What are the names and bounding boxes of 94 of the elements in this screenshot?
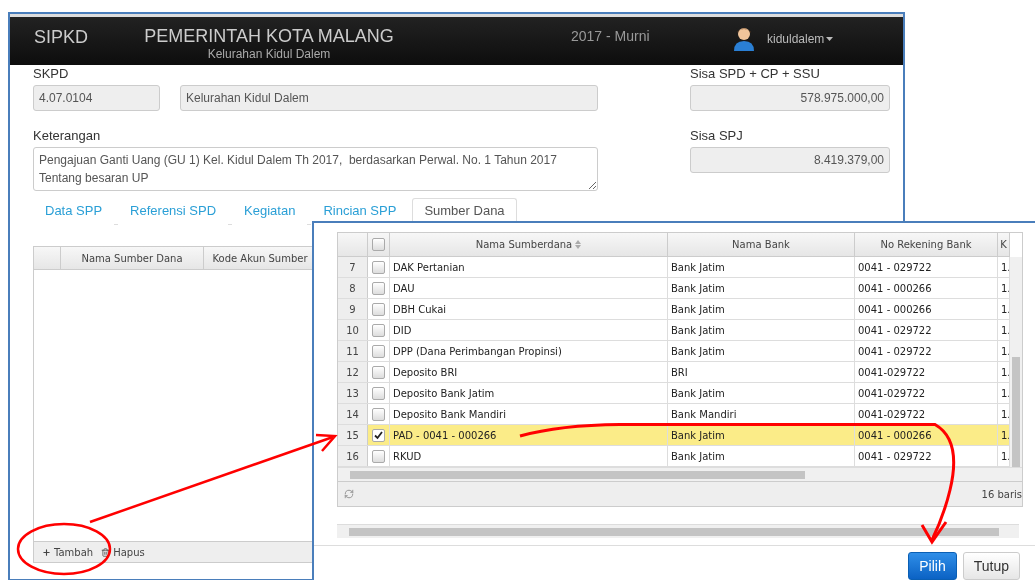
avatar-icon <box>733 27 755 51</box>
row-checkbox[interactable] <box>372 260 385 274</box>
table-cell: Bank Jatim <box>668 278 855 298</box>
keterangan-field[interactable]: Pengajuan Ganti Uang (GU 1) Kel. Kidul Dalem Th 2017, berdasarkan Perwal. No. 1 Tahun 2017 Tentang besaran UP <box>33 147 598 191</box>
row-number: 11 <box>338 341 368 361</box>
brand: SIPKD <box>34 27 90 48</box>
table-cell: BRI <box>668 362 855 382</box>
row-checkbox[interactable] <box>372 365 385 379</box>
row-number: 9 <box>338 299 368 319</box>
table-cell: 0041 - 029722 <box>855 320 998 340</box>
row-checkbox[interactable] <box>372 386 385 400</box>
table-cell: Bank Jatim <box>668 299 855 319</box>
table-cell: DPP (Dana Perimbangan Propinsi) <box>390 341 668 361</box>
close-button[interactable]: Tutup <box>962 552 1020 580</box>
row-number: 14 <box>338 404 368 424</box>
table-cell: 0041-029722 <box>855 362 998 382</box>
row-checkbox[interactable] <box>372 323 385 337</box>
row-checkbox[interactable] <box>372 428 385 442</box>
row-number: 13 <box>338 383 368 403</box>
column-header[interactable]: No Rekening Bank <box>855 233 998 256</box>
add-button[interactable]: Tambah <box>40 546 96 558</box>
row-number: 16 <box>338 446 368 466</box>
sisa-spj-field[interactable]: 8.419.379,00 <box>690 147 890 173</box>
table-cell: DID <box>390 320 668 340</box>
row-checkbox[interactable] <box>372 407 385 421</box>
caret-icon <box>826 37 834 41</box>
row-number: 15 <box>338 425 368 445</box>
table-row[interactable]: 11 DPP (Dana Perimbangan Propinsi) Bank Jatim 0041 - 029722 1. <box>338 341 1010 362</box>
row-checkbox[interactable] <box>372 281 385 295</box>
row-number: 8 <box>338 278 368 298</box>
scrollbar[interactable] <box>1010 257 1022 467</box>
scrollbar[interactable] <box>337 524 1019 538</box>
table-cell: Bank Jatim <box>668 383 855 403</box>
table-cell: 0041-029722 <box>855 404 998 424</box>
row-checkbox[interactable] <box>372 302 385 316</box>
plus-icon <box>42 547 51 557</box>
table-cell: Deposito Bank Mandiri <box>390 404 668 424</box>
table-row[interactable]: 16 RKUD Bank Jatim 0041 - 029722 1. <box>338 446 1010 467</box>
table-cell: Bank Jatim <box>668 320 855 340</box>
row-number: 12 <box>338 362 368 382</box>
table-row[interactable]: 7 DAK Pertanian Bank Jatim 0041 - 029722 1. <box>338 257 1010 278</box>
sisa-spd-field[interactable]: 578.975.000,00 <box>690 85 890 111</box>
row-checkbox[interactable] <box>372 449 385 463</box>
table-cell: Bank Jatim <box>668 341 855 361</box>
row-number: 10 <box>338 320 368 340</box>
table-row[interactable]: 9 DBH Cukai Bank Jatim 0041 - 000266 1. <box>338 299 1010 320</box>
table-cell: Bank Jatim <box>668 257 855 277</box>
table-cell: 0041 - 000266 <box>855 425 998 445</box>
table-row[interactable]: 10 DID Bank Jatim 0041 - 029722 1. <box>338 320 1010 341</box>
app-subtitle: Kelurahan Kidul Dalem <box>207 47 331 61</box>
table-cell: 0041 - 029722 <box>855 446 998 466</box>
sort-icon <box>575 240 582 249</box>
table-cell: 0041 - 029722 <box>855 257 998 277</box>
skpd-name-field[interactable]: Kelurahan Kidul Dalem <box>180 85 598 111</box>
select-all-checkbox[interactable] <box>372 238 385 251</box>
table-row[interactable]: 12 Deposito BRI BRI 0041-029722 1. <box>338 362 1010 383</box>
user-menu[interactable]: kiduldalem <box>767 32 834 46</box>
table-cell: Bank Jatim <box>668 425 855 445</box>
table-cell: 0041 - 029722 <box>855 341 998 361</box>
column-header[interactable]: K <box>998 233 1010 256</box>
row-number: 7 <box>338 257 368 277</box>
table-cell: 0041-029722 <box>855 383 998 403</box>
table-cell: PAD - 0041 - 000266 <box>390 425 668 445</box>
select-button[interactable]: Pilih <box>908 552 957 580</box>
table-cell: DBH Cukai <box>390 299 668 319</box>
app-title: PEMERINTAH KOTA MALANG <box>144 26 394 47</box>
table-row[interactable]: 13 Deposito Bank Jatim Bank Jatim 0041-029722 1. <box>338 383 1010 404</box>
scrollbar[interactable] <box>338 467 1022 481</box>
period-label: 2017 - Murni <box>571 28 651 44</box>
field-label: SKPD <box>33 67 70 83</box>
table-cell: Deposito Bank Jatim <box>390 383 668 403</box>
field-label: Sisa SPD + CP + SSU <box>690 67 821 83</box>
delete-button[interactable]: Hapus <box>99 546 147 558</box>
table-cell: 0041 - 000266 <box>855 278 998 298</box>
table-row[interactable]: 14 Deposito Bank Mandiri Bank Mandiri 0041-029722 1. <box>338 404 1010 425</box>
field-label: Keterangan <box>33 129 102 145</box>
table-row[interactable]: 15 PAD - 0041 - 000266 Bank Jatim 0041 - 000266 1. <box>338 425 1010 446</box>
skpd-code-field[interactable]: 4.07.0104 <box>33 85 160 111</box>
column-header[interactable]: Nama Sumberdana <box>390 233 668 256</box>
row-count: 16 baris <box>981 488 1022 500</box>
table-cell: Deposito BRI <box>390 362 668 382</box>
table-cell: Bank Mandiri <box>668 404 855 424</box>
table-cell: RKUD <box>390 446 668 466</box>
table-cell: DAK Pertanian <box>390 257 668 277</box>
row-checkbox[interactable] <box>372 344 385 358</box>
trash-icon <box>101 547 111 557</box>
column-header[interactable]: Nama Bank <box>668 233 855 256</box>
field-label: Sisa SPJ <box>690 129 744 145</box>
table-cell: 0041 - 000266 <box>855 299 998 319</box>
table-row[interactable]: 8 DAU Bank Jatim 0041 - 000266 1. <box>338 278 1010 299</box>
table-cell: DAU <box>390 278 668 298</box>
table-cell: Bank Jatim <box>668 446 855 466</box>
column-header[interactable]: Nama Sumber Dana <box>61 247 204 269</box>
refresh-icon[interactable] <box>344 489 354 499</box>
